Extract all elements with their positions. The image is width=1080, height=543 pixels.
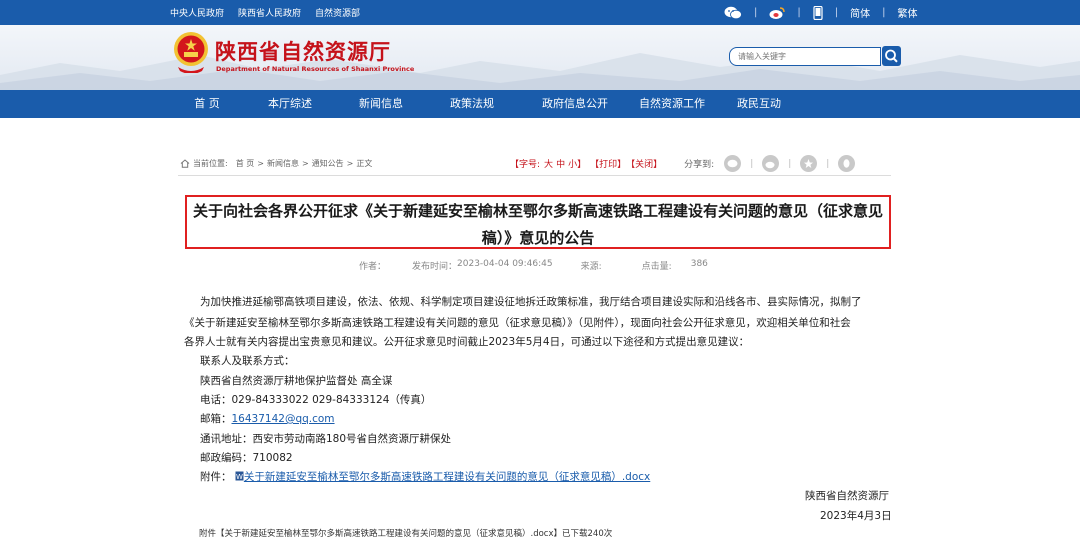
- top-links: 中央人民政府 陕西省人民政府 自然资源部: [170, 0, 360, 25]
- publish-label: 发布时间：: [412, 262, 458, 272]
- nav-gov-info[interactable]: 政府信息公开: [542, 90, 608, 118]
- print-button[interactable]: 【打印】: [590, 157, 626, 170]
- nav-interaction[interactable]: 政民互动: [737, 90, 781, 118]
- search-icon: [885, 49, 898, 63]
- nav-resources-work[interactable]: 自然资源工作: [639, 90, 705, 118]
- share-label: 分享到:: [684, 160, 715, 170]
- paragraph-line-1: 为加快推进延榆鄂高铁项目建设，依法、依规、科学制定项目建设征地拆迁政策标准，我厅…: [200, 296, 862, 308]
- article-title-box: 关于向社会各界公开征求《关于新建延安至榆林至鄂尔多斯高速铁路工程建设有关问题的意…: [185, 195, 891, 249]
- contact-postcode: 邮政编码：710082: [200, 452, 293, 464]
- share-qzone-icon[interactable]: [800, 155, 818, 172]
- close-button[interactable]: 【关闭】: [626, 157, 662, 170]
- font-size-large[interactable]: 大: [544, 157, 553, 170]
- top-right-tools: | | | 简体 | 繁体: [724, 0, 918, 25]
- breadcrumb-home[interactable]: 首 页: [236, 158, 255, 169]
- top-link-ministry[interactable]: 自然资源部: [315, 6, 360, 19]
- mobile-icon[interactable]: [813, 5, 823, 20]
- share-wechat-icon[interactable]: [724, 155, 742, 172]
- contact-heading: 联系人及联系方式：: [200, 355, 295, 367]
- contact-person: 陕西省自然资源厅耕地保护监督处 高全谋: [200, 375, 393, 387]
- svg-text:W: W: [236, 473, 243, 481]
- signature-organization: 陕西省自然资源厅: [805, 490, 889, 502]
- attachment-link[interactable]: 关于新建延安至榆林至鄂尔多斯高速铁路工程建设有关问题的意见（征求意见稿）.doc…: [244, 471, 650, 483]
- national-emblem-icon: [174, 32, 208, 73]
- article-title-line-1: 关于向社会各界公开征求《关于新建延安至榆林至鄂尔多斯高速铁路工程建设有关问题的意…: [192, 202, 883, 220]
- top-link-province-gov[interactable]: 陕西省人民政府: [238, 6, 301, 19]
- font-size-close: 】: [577, 160, 587, 170]
- font-size-label: 【字号:: [510, 160, 541, 170]
- nav-overview[interactable]: 本厅综述: [268, 90, 312, 118]
- lang-simplified-link[interactable]: 简体: [850, 5, 870, 20]
- search-input[interactable]: 请输入关键字: [729, 47, 881, 66]
- clicks-label: 点击量:: [641, 262, 672, 272]
- wechat-icon[interactable]: [724, 6, 742, 20]
- attachment-label: 附件：: [200, 471, 232, 483]
- font-size-small[interactable]: 小: [568, 157, 577, 170]
- email-link[interactable]: 16437142@qq.com: [232, 413, 335, 425]
- signature-date: 2023年4月3日: [820, 510, 892, 522]
- top-bar: 中央人民政府 陕西省人民政府 自然资源部 | | | 简体 | 繁体: [0, 0, 1080, 25]
- clicks-count: 386: [690, 259, 708, 269]
- breadcrumb-news[interactable]: 新闻信息: [267, 158, 299, 169]
- email-label: 邮箱：: [200, 413, 232, 425]
- main-nav: 首 页 本厅综述 新闻信息 政策法规 政府信息公开 自然资源工作 政民互动: [0, 90, 1080, 118]
- paragraph-line-3: 各界人士就有关内容提出宝贵意见和建议。公开征求意见时间截止2023年5月4日，可…: [184, 336, 750, 348]
- share-qq-icon[interactable]: [838, 155, 856, 172]
- weibo-icon[interactable]: [769, 6, 786, 20]
- publish-time: 2023-04-04 09:46:45: [457, 259, 553, 269]
- mountain-background: [0, 53, 1080, 90]
- divider: [178, 175, 891, 176]
- word-document-icon: W: [235, 471, 244, 481]
- source-label: 来源:: [580, 262, 602, 272]
- paragraph-line-2: 《关于新建延安至榆林至鄂尔多斯高速铁路工程建设有关问题的意见（征求意见稿）》（见…: [184, 317, 851, 329]
- breadcrumb-current: 正文: [356, 159, 373, 168]
- contact-email-row: 邮箱：16437142@qq.com: [200, 411, 335, 426]
- article-meta: 作者： 发布时间： 2023-04-04 09:46:45 来源: 点击量: 3…: [359, 259, 708, 272]
- nav-home[interactable]: 首 页: [194, 90, 220, 118]
- breadcrumb-notices[interactable]: 通知公告: [312, 158, 344, 169]
- lang-traditional-link[interactable]: 繁体: [898, 5, 918, 20]
- contact-address: 通讯地址：西安市劳动南路180号省自然资源厅耕保处: [200, 433, 452, 445]
- site-header: 陕西省自然资源厅 Department of Natural Resources…: [0, 25, 1080, 90]
- author-label: 作者：: [359, 262, 387, 272]
- breadcrumb-separator: >: [257, 159, 264, 168]
- breadcrumb-separator: >: [301, 159, 309, 168]
- contact-phone: 电话：029-84333022 029-84333124（传真）: [200, 394, 432, 406]
- font-size-medium[interactable]: 中: [556, 157, 565, 170]
- breadcrumb-separator: >: [346, 159, 354, 168]
- nav-policy[interactable]: 政策法规: [450, 90, 494, 118]
- nav-news[interactable]: 新闻信息: [359, 90, 403, 118]
- download-note[interactable]: 附件【关于新建延安至榆林至鄂尔多斯高速铁路工程建设有关问题的意见（征求意见稿）.…: [199, 527, 612, 539]
- share-weibo-icon[interactable]: [762, 155, 780, 172]
- site-subtitle: Department of Natural Resources of Shaan…: [216, 65, 415, 73]
- article-title-line-2: 稿）》意见的公告: [481, 229, 595, 247]
- article-tools: 【字号: 大 中 小 】 【打印】 【关闭】 分享到: | | |: [510, 155, 856, 172]
- attachment-row: 附件： W 关于新建延安至榆林至鄂尔多斯高速铁路工程建设有关问题的意见（征求意见…: [200, 469, 650, 484]
- site-title[interactable]: 陕西省自然资源厅: [215, 36, 391, 66]
- breadcrumb-label: 当前位置:: [193, 159, 228, 168]
- top-link-central-gov[interactable]: 中央人民政府: [170, 6, 224, 19]
- home-icon: [180, 159, 190, 168]
- breadcrumb: 当前位置: 首 页 > 新闻信息 > 通知公告 > 正文: [180, 158, 372, 169]
- search-button[interactable]: [882, 46, 901, 66]
